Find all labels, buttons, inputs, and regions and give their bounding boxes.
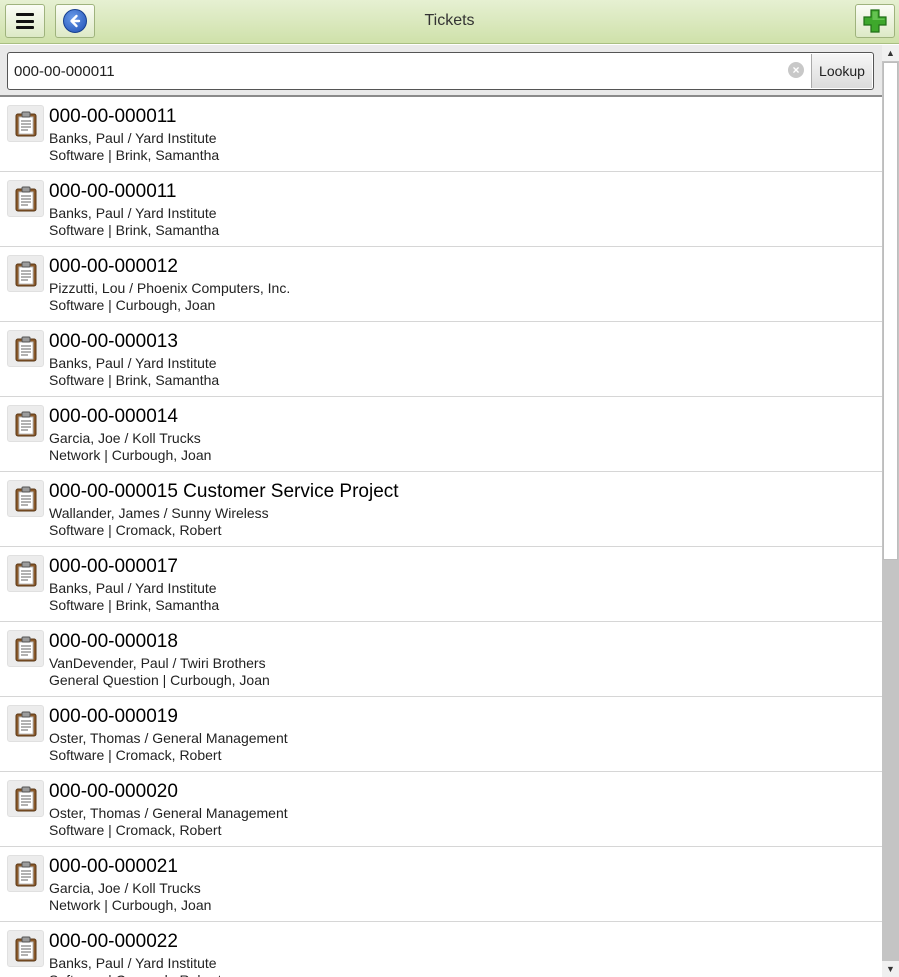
search-input[interactable] [14,54,784,88]
clear-icon[interactable]: × [788,62,804,78]
ticket-meta: Software | Cromack, Robert [49,747,222,763]
ticket-meta: Software | Curbough, Joan [49,297,216,313]
ticket-contact: Banks, Paul / Yard Institute [49,355,217,371]
lookup-button[interactable]: Lookup [811,54,872,88]
scroll-up-arrow[interactable]: ▲ [882,45,899,61]
clipboard-icon [7,180,44,217]
search-box: × Lookup [7,52,874,90]
ticket-contact: Banks, Paul / Yard Institute [49,580,217,596]
clipboard-icon [7,255,44,292]
ticket-row[interactable]: 000-00-000018 VanDevender, Paul / Twiri B… [0,622,882,697]
ticket-contact: Wallander, James / Sunny Wireless [49,505,269,521]
clipboard-icon [7,330,44,367]
clipboard-icon [7,855,44,892]
ticket-title: 000-00-000020 [49,781,178,802]
ticket-row[interactable]: 000-00-000019 Oster, Thomas / General Man… [0,697,882,772]
ticket-row[interactable]: 000-00-000011 Banks, Paul / Yard Institut… [0,97,882,172]
ticket-meta: Software | Cromack, Robert [49,522,222,538]
ticket-title: 000-00-000011 [49,181,177,202]
ticket-meta: Software | Brink, Samantha [49,147,220,163]
plus-icon [863,9,887,33]
clipboard-icon [7,480,44,517]
ticket-row[interactable]: 000-00-000013 Banks, Paul / Yard Institut… [0,322,882,397]
ticket-meta: Network | Curbough, Joan [49,897,212,913]
ticket-contact: Banks, Paul / Yard Institute [49,205,217,221]
ticket-row[interactable]: 000-00-000011 Banks, Paul / Yard Institut… [0,172,882,247]
search-bar: × Lookup [0,45,882,97]
scroll-down-arrow[interactable]: ▼ [882,961,899,977]
ticket-meta: Network | Curbough, Joan [49,447,212,463]
header-bar: Tickets [0,0,899,44]
ticket-title: 000-00-000011 [49,106,177,127]
ticket-row[interactable]: 000-00-000015 Customer Service Project Wa… [0,472,882,547]
ticket-meta: Software | Cromack, Robert [49,972,221,977]
page-title: Tickets [424,12,475,29]
clipboard-icon [7,105,44,142]
scroll-thumb[interactable] [883,62,898,560]
ticket-title: 000-00-000021 [49,856,178,877]
ticket-row[interactable]: 000-00-000020 Oster, Thomas / General Man… [0,772,882,847]
ticket-contact: Oster, Thomas / General Management [49,805,288,821]
add-ticket-button[interactable] [855,4,895,38]
ticket-contact: VanDevender, Paul / Twiri Brothers [49,655,266,671]
clipboard-icon [7,555,44,592]
ticket-row[interactable]: 000-00-000014 Garcia, Joe / Koll Trucks Ne… [0,397,882,472]
ticket-row[interactable]: 000-00-000022 Banks, Paul / Yard Institut… [0,922,882,977]
ticket-title: 000-00-000019 [49,706,178,727]
ticket-title: 000-00-000014 [49,406,178,427]
ticket-title: 000-00-000017 [49,556,178,577]
clipboard-icon [7,780,44,817]
ticket-title: 000-00-000012 [49,256,178,277]
ticket-meta: Software | Brink, Samantha [49,597,220,613]
ticket-contact: Banks, Paul / Yard Institute [49,955,217,971]
ticket-row[interactable]: 000-00-000012 Pizzutti, Lou / Phoenix Com… [0,247,882,322]
clipboard-icon [7,405,44,442]
ticket-contact: Pizzutti, Lou / Phoenix Computers, Inc. [49,280,291,296]
clipboard-icon [7,630,44,667]
ticket-meta: Software | Cromack, Robert [49,822,222,838]
clipboard-icon [7,930,44,967]
ticket-title: 000-00-000022 [49,931,178,952]
ticket-title: 000-00-000013 [49,331,178,352]
ticket-contact: Banks, Paul / Yard Institute [49,130,217,146]
ticket-contact: Garcia, Joe / Koll Trucks [49,880,201,896]
ticket-contact: Garcia, Joe / Koll Trucks [49,430,201,446]
ticket-row[interactable]: 000-00-000017 Banks, Paul / Yard Institut… [0,547,882,622]
ticket-meta: Software | Brink, Samantha [49,372,220,388]
ticket-contact: Oster, Thomas / General Management [49,730,288,746]
ticket-title: 000-00-000015 Customer Service Project [49,481,399,502]
ticket-title: 000-00-000018 [49,631,178,652]
clipboard-icon [7,705,44,742]
ticket-meta: Software | Brink, Samantha [49,222,220,238]
ticket-list: 000-00-000011 Banks, Paul / Yard Institut… [0,97,882,977]
ticket-meta: General Question | Curbough, Joan [49,672,270,688]
scrollbar[interactable]: ▲ ▼ [882,45,899,977]
ticket-row[interactable]: 000-00-000021 Garcia, Joe / Koll Trucks Ne… [0,847,882,922]
